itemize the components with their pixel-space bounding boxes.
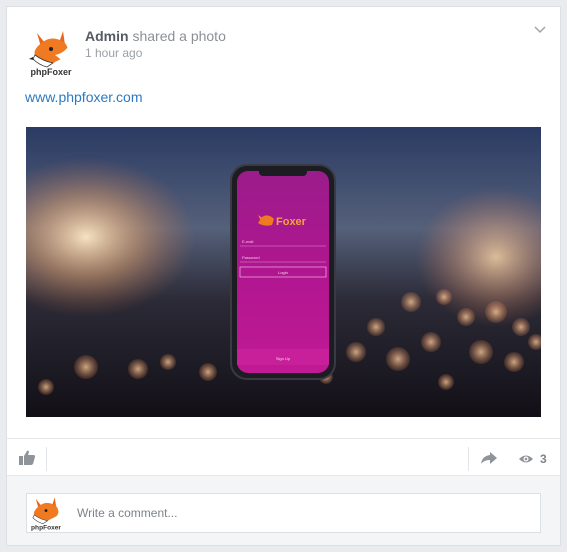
commenter-avatar: phpFoxer <box>31 497 61 531</box>
post-photo[interactable]: Foxer E-mail Password Login Sign Up <box>26 127 541 417</box>
comment-section: Write a comment... phpFoxer <box>7 476 560 545</box>
email-field-label: E-mail <box>242 239 253 244</box>
eye-icon <box>519 455 533 463</box>
app-name-text: Foxer <box>276 216 307 228</box>
share-arrow-icon[interactable] <box>480 450 498 466</box>
author-avatar[interactable]: phpFoxer <box>25 25 77 77</box>
feed-post-card: phpFoxer Admin shared a photo 1 hour ago… <box>6 6 561 546</box>
fox-avatar-icon <box>32 497 59 525</box>
action-separator <box>46 447 47 471</box>
avatar-brand-text: phpFoxer <box>30 67 71 77</box>
post-actions-bar: 3 <box>7 438 560 476</box>
post-action-text: shared a photo <box>132 28 226 44</box>
signup-button-label: Sign Up <box>276 356 291 361</box>
password-field-label: Password <box>242 255 260 260</box>
login-button-label: Login <box>278 270 288 275</box>
comment-input[interactable]: Write a comment... <box>26 493 541 533</box>
chevron-down-icon[interactable] <box>532 21 548 37</box>
post-link[interactable]: www.phpfoxer.com <box>25 89 143 105</box>
action-separator <box>468 447 469 471</box>
post-timestamp[interactable]: 1 hour ago <box>85 46 142 60</box>
thumbs-up-icon[interactable] <box>17 449 37 467</box>
avatar-brand-text: phpFoxer <box>31 525 61 531</box>
author-name[interactable]: Admin <box>85 28 129 44</box>
phone-mockup: Foxer E-mail Password Login Sign Up <box>230 164 336 380</box>
views-count: 3 <box>540 452 547 466</box>
fox-avatar-icon <box>29 31 70 68</box>
view-counter: 3 <box>518 450 547 468</box>
post-header-line: Admin shared a photo <box>85 28 226 44</box>
